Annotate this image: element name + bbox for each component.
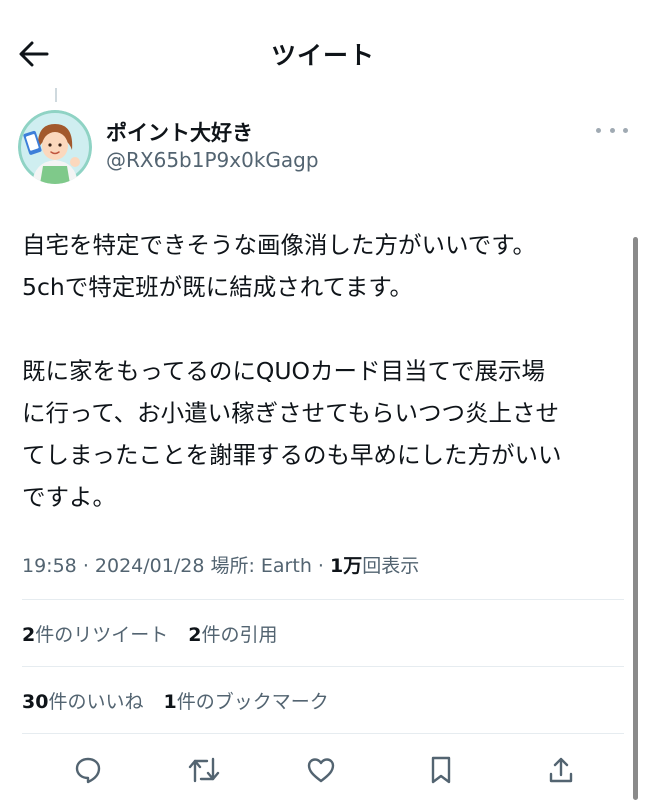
retweets-count: 2 [22,624,36,646]
stats-row-reposts: 2件のリツイート 2件の引用 [22,620,278,647]
more-horizontal-icon [596,127,601,133]
bookmarks-stat[interactable]: 1件のブックマーク [164,687,329,714]
author-handle[interactable]: @RX65b1P9x0kGagp [106,148,319,172]
tweet-meta: 19:58 · 2024/01/28 場所: Earth · 1万回表示 [22,551,419,578]
tweet-text: 自宅を特定できそうな画像消した方がいいです。 5chで特定班が既に結成されてます… [22,231,562,511]
meta-separator: · [82,555,95,577]
more-horizontal-icon [609,127,615,133]
tweet-actions-bar [0,748,646,792]
quotes-count: 2 [188,624,202,646]
more-horizontal-icon [623,127,628,133]
page-title: ツイート [270,41,375,70]
divider [22,666,624,667]
views-label: 回表示 [362,555,420,577]
share-icon [549,757,573,783]
like-button[interactable] [299,748,343,792]
bookmark-icon [431,756,451,784]
tweet-date[interactable]: 2024/01/28 [95,555,205,577]
tweet-location[interactable]: 場所: Earth [210,555,311,577]
likes-label: 件のいいね [48,691,144,713]
retweets-stat[interactable]: 2件のリツイート [22,620,168,647]
share-button[interactable] [539,748,583,792]
heart-icon [307,758,335,783]
stats-row-likes: 30件のいいね 1件のブックマーク [22,687,329,714]
bookmarks-label: 件のブックマーク [176,691,329,713]
retweet-icon [188,757,220,783]
divider [22,599,624,600]
top-bar: ツイート [0,0,646,100]
views-count: 1万 [330,555,363,577]
quotes-label: 件の引用 [201,624,278,646]
likes-count: 30 [22,691,49,713]
bookmark-button[interactable] [419,748,463,792]
thread-connector-line [55,88,57,102]
avatar[interactable] [18,110,92,184]
author-display-name[interactable]: ポイント大好き [106,117,253,147]
scrollbar[interactable] [633,237,638,800]
more-options-button[interactable] [596,118,628,142]
likes-stat[interactable]: 30件のいいね [22,687,143,714]
bookmarks-count: 1 [163,691,177,713]
reply-icon [75,757,101,784]
retweets-label: 件のリツイート [35,624,169,646]
quotes-stat[interactable]: 2件の引用 [188,620,277,647]
divider [22,733,624,734]
avatar-illustration [18,110,92,184]
retweet-button[interactable] [182,748,226,792]
reply-button[interactable] [66,748,110,792]
meta-separator: · [317,555,331,577]
tweet-time[interactable]: 19:58 [22,555,77,577]
